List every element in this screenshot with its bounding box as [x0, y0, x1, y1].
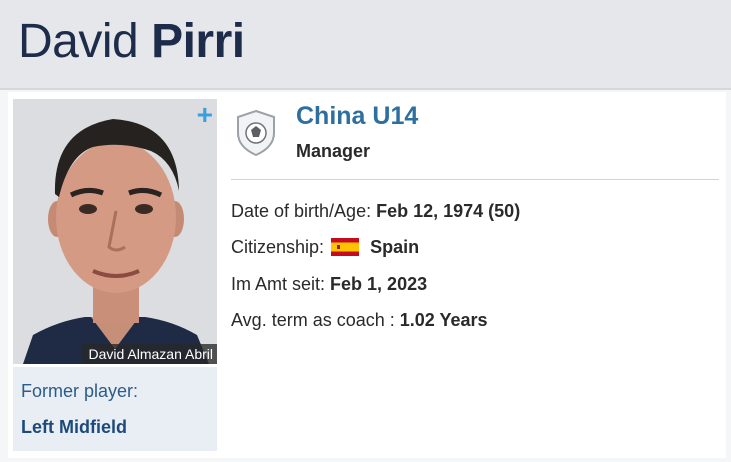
in-office-value: Feb 1, 2023 — [330, 274, 428, 294]
spain-flag-icon — [331, 238, 360, 256]
profile-header: David Pirri — [0, 0, 731, 90]
add-photo-plus-icon[interactable]: + — [197, 101, 213, 129]
citizenship-row: Citizenship: Spain — [231, 237, 419, 258]
in-office-since-row: Im Amt seit: Feb 1, 2023 — [231, 274, 427, 295]
club-crest-shield-icon[interactable] — [234, 109, 278, 157]
avg-term-value: 1.02 Years — [399, 310, 488, 330]
last-name: Pirri — [151, 15, 245, 68]
avg-term-label: Avg. term as coach : — [231, 310, 395, 330]
role-label: Manager — [296, 141, 371, 161]
date-of-birth-row: Date of birth/Age: Feb 12, 1974 (50) — [231, 201, 520, 222]
portrait-image — [13, 99, 217, 364]
avg-term-row: Avg. term as coach : 1.02 Years — [231, 310, 488, 331]
photo-caption: David Almazan Abril — [82, 344, 217, 364]
former-player-position[interactable]: Left Midfield — [21, 417, 127, 438]
page-title: David Pirri — [18, 14, 245, 69]
first-name: David — [18, 15, 139, 68]
profile-photo[interactable]: + David Almazan Abril — [13, 99, 217, 364]
former-player-label: Former player: — [21, 381, 139, 401]
dob-value: Feb 12, 1974 (50) — [376, 201, 521, 221]
citizenship-value: Spain — [370, 237, 420, 257]
dob-label: Date of birth/Age: — [231, 201, 372, 221]
divider — [231, 179, 719, 180]
former-player-box: Former player: Left Midfield — [13, 367, 217, 451]
in-office-label: Im Amt seit: — [231, 274, 326, 294]
club-name-link[interactable]: China U14 — [296, 102, 418, 131]
citizenship-label: Citizenship: — [231, 237, 325, 257]
